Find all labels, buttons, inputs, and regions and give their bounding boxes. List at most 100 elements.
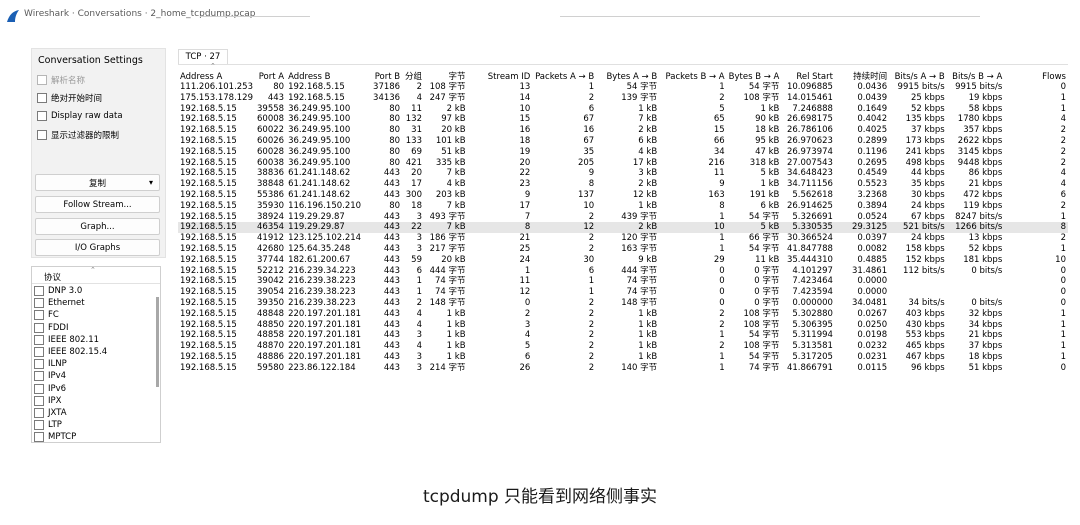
resolve-names-checkbox[interactable]: 解析名称 xyxy=(37,74,85,86)
column-header[interactable]: 字节 xyxy=(424,65,468,82)
column-header[interactable]: Address A ⌃ xyxy=(178,62,255,82)
chevron-down-icon[interactable]: ▾ xyxy=(149,178,153,187)
table-row[interactable]: 192.168.5.15 48870 220.197.201.181 443 4 1 kB… xyxy=(178,341,1068,352)
checkbox-box[interactable] xyxy=(34,298,44,309)
table-row[interactable]: 192.168.5.15 46354 119.29.29.87 443 22 7 kB 8 1… xyxy=(178,222,1068,234)
protocol-item[interactable]: JXTA xyxy=(34,408,67,418)
display-raw-data-checkbox[interactable]: Display raw data xyxy=(37,111,123,121)
column-header[interactable]: Port B xyxy=(363,65,402,82)
table-row[interactable]: 192.168.5.15 60022 36.249.95.100 80 31 20 kB 1… xyxy=(178,125,1068,136)
table-row[interactable]: 192.168.5.15 38836 61.241.148.62 443 20 7 kB 2… xyxy=(178,168,1068,179)
protocol-item[interactable]: LTP xyxy=(34,420,62,431)
table-row[interactable]: 192.168.5.15 59580 223.86.122.184 443 3 214 字… xyxy=(178,363,1068,374)
column-header[interactable]: Bytes B → A xyxy=(727,65,782,82)
table-row[interactable]: 192.168.5.15 38924 119.29.29.87 443 3 493 字节 7… xyxy=(178,212,1068,223)
table-row[interactable]: 192.168.5.15 39042 216.239.38.223 443 1 74 字节… xyxy=(178,276,1068,287)
table-row[interactable]: 192.168.5.15 48848 220.197.201.181 443 4 1 kB… xyxy=(178,309,1068,320)
table-row[interactable]: 192.168.5.15 42680 125.64.35.248 443 3 217 字节… xyxy=(178,244,1068,255)
column-header[interactable]: Stream ID xyxy=(468,65,533,82)
column-header[interactable]: Packets A → B xyxy=(532,65,596,82)
column-header[interactable]: Bits/s B → A xyxy=(947,65,1005,82)
column-header[interactable]: Bits/s A → B xyxy=(889,65,947,82)
protocol-list-header[interactable]: 协议 ⌃ xyxy=(32,267,160,284)
table-row[interactable]: 111.206.101.253 80 192.168.5.15 37186 2 108 字… xyxy=(178,82,1068,93)
table-cell: 1 xyxy=(524,265,531,276)
column-header[interactable]: Rel Start xyxy=(781,65,835,82)
protocol-item[interactable]: IPv6 xyxy=(34,383,66,394)
checkbox-box[interactable] xyxy=(37,111,47,121)
table-cell: 439 字节 xyxy=(621,211,658,222)
table-row[interactable]: 192.168.5.15 48886 220.197.201.181 443 3 1 kB… xyxy=(178,352,1068,363)
checkbox-box[interactable] xyxy=(37,93,47,103)
checkbox-box[interactable] xyxy=(37,130,47,140)
table-row[interactable]: 192.168.5.15 39558 36.249.95.100 80 11 2 kB 10… xyxy=(178,104,1068,115)
table-row[interactable]: 192.168.5.15 48850 220.197.201.181 443 4 1 kB… xyxy=(178,320,1068,331)
follow-stream-button[interactable]: Follow Stream... xyxy=(35,196,160,213)
table-cell: 26.698175 xyxy=(786,114,833,125)
column-header[interactable]: 持续时间 xyxy=(835,65,889,82)
column-header[interactable]: Bytes A → B xyxy=(596,65,659,82)
table-cell: 15 xyxy=(713,125,725,136)
protocol-item[interactable]: IEEE 802.15.4 xyxy=(34,347,107,357)
checkbox-box[interactable] xyxy=(34,347,44,357)
graph-button[interactable]: Graph... xyxy=(35,218,160,235)
column-header[interactable]: Flows xyxy=(1004,65,1068,82)
table-row[interactable]: 192.168.5.15 35930 116.196.150.210 80 18 7 kB… xyxy=(178,201,1068,212)
table-row[interactable]: 192.168.5.15 38848 61.241.148.62 443 17 4 kB 2… xyxy=(178,179,1068,190)
table-row[interactable]: 192.168.5.15 52212 216.239.34.223 443 6 444 字… xyxy=(178,266,1068,277)
table-row[interactable]: 175.153.178.129 443 192.168.5.15 34136 4 247 … xyxy=(178,93,1068,104)
table-row[interactable]: 192.168.5.15 37744 182.61.200.67 443 59 20 kB… xyxy=(178,255,1068,266)
table-row[interactable]: 192.168.5.15 41912 123.125.102.214 443 3 186 … xyxy=(178,233,1068,244)
checkbox-box[interactable] xyxy=(34,310,44,321)
protocol-item[interactable]: MPTCP xyxy=(34,432,76,442)
protocol-item[interactable]: ILNP xyxy=(34,359,67,370)
table-cell: 7 kB xyxy=(638,114,658,125)
checkbox-box[interactable] xyxy=(34,322,44,333)
table-cell: 34136 xyxy=(373,92,401,103)
protocol-item[interactable]: Ethernet xyxy=(34,298,85,309)
checkbox-box[interactable] xyxy=(34,383,44,394)
table-row[interactable]: 192.168.5.15 60026 36.249.95.100 80 133 101 k… xyxy=(178,136,1068,147)
checkbox-box[interactable] xyxy=(34,408,44,418)
checkbox-box[interactable] xyxy=(34,432,44,442)
checkbox-box[interactable] xyxy=(34,286,44,296)
column-header[interactable]: Port A xyxy=(255,65,286,82)
protocol-item[interactable]: FDDI xyxy=(34,322,69,333)
checkbox-box[interactable] xyxy=(37,75,47,85)
column-header[interactable]: Address B xyxy=(286,65,363,82)
table-cell: 8 xyxy=(719,200,725,211)
table-cell: 21 kbps xyxy=(968,179,1003,190)
protocol-item[interactable]: FC xyxy=(34,310,59,321)
copy-button[interactable]: 复制 ▾ xyxy=(35,174,160,191)
table-cell: 192.168.5.15 xyxy=(180,351,237,362)
table-row[interactable]: 192.168.5.15 48858 220.197.201.181 443 3 1 kB… xyxy=(178,330,1068,341)
checkbox-box[interactable] xyxy=(34,359,44,370)
table-row[interactable]: 192.168.5.15 60038 36.249.95.100 80 421 335 k… xyxy=(178,158,1068,169)
table-row[interactable]: 192.168.5.15 60028 36.249.95.100 80 69 51 kB 1… xyxy=(178,147,1068,158)
protocol-item[interactable]: IPX xyxy=(34,395,61,406)
limit-to-display-filter-checkbox[interactable]: 显示过滤器的限制 xyxy=(37,129,119,141)
tab-tcp[interactable]: TCP · 27 xyxy=(178,49,228,64)
table-cell: 1 kB xyxy=(446,351,466,362)
table-cell: 181 kbps xyxy=(963,254,1003,265)
protocol-list[interactable]: 协议 ⌃ DNP 3.0 Ethernet FC FDDI IEEE 802.11 IEE… xyxy=(31,266,161,443)
column-header[interactable]: Packets B → A xyxy=(659,65,726,82)
table-row[interactable]: 192.168.5.15 55386 61.241.148.62 443 300 203 … xyxy=(178,190,1068,201)
column-header[interactable]: 分组 xyxy=(402,65,424,82)
table-cell: 19 xyxy=(519,146,531,157)
absolute-start-time-checkbox[interactable]: 绝对开始时间 xyxy=(37,92,102,104)
scrollbar[interactable] xyxy=(156,297,159,387)
protocol-item[interactable]: IPv4 xyxy=(34,371,66,382)
table-cell: 1 kB xyxy=(638,351,658,362)
table-row[interactable]: 192.168.5.15 39054 216.239.38.223 443 1 74 字节… xyxy=(178,287,1068,298)
checkbox-box[interactable] xyxy=(34,371,44,382)
protocol-item[interactable]: DNP 3.0 xyxy=(34,286,82,296)
checkbox-box[interactable] xyxy=(34,395,44,406)
table-row[interactable]: 192.168.5.15 60008 36.249.95.100 80 132 97 kB… xyxy=(178,114,1068,125)
io-graphs-button[interactable]: I/O Graphs xyxy=(35,239,160,256)
table-cell: 2 xyxy=(588,233,595,244)
table-row[interactable]: 192.168.5.15 39350 216.239.38.223 443 2 148 字… xyxy=(178,298,1068,309)
protocol-item[interactable]: IEEE 802.11 xyxy=(34,334,99,345)
checkbox-box[interactable] xyxy=(34,334,44,345)
checkbox-box[interactable] xyxy=(34,420,44,431)
